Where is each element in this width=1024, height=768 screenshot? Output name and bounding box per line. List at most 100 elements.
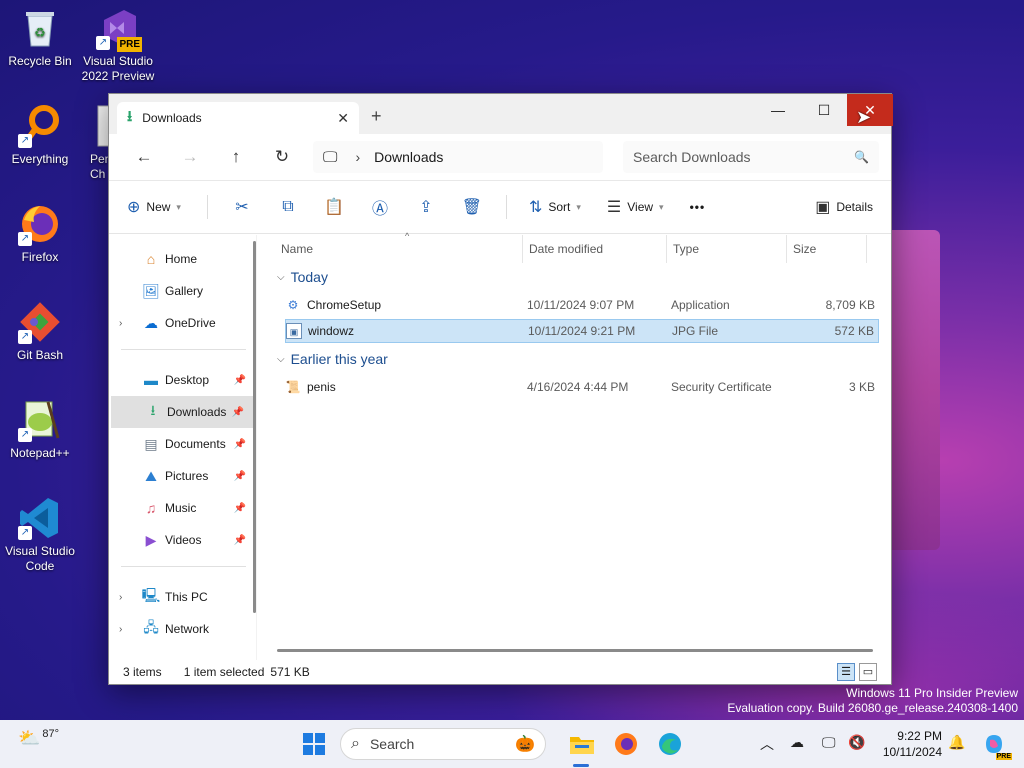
sidebar-item-desktop[interactable]: ▬ Desktop 📌 bbox=[109, 364, 256, 396]
table-row[interactable]: ▣ windowz 10/11/2024 9:21 PM JPG File 57… bbox=[285, 319, 879, 343]
group-header-today[interactable]: ⌵ Today bbox=[275, 263, 879, 291]
videos-icon: ▶ bbox=[145, 531, 157, 548]
details-label: Details bbox=[836, 200, 873, 214]
chevron-down-icon: ⌵ bbox=[277, 353, 285, 365]
tab-downloads[interactable]: ⭳ Downloads ✕ bbox=[117, 102, 359, 134]
paste-button[interactable]: 📋 bbox=[322, 197, 346, 217]
chevron-down-icon: ▾ bbox=[576, 201, 581, 212]
sort-label: Sort bbox=[548, 200, 571, 214]
new-tab-button[interactable]: + bbox=[371, 106, 382, 127]
desktop-icon-label: Visual Studio 2022 Preview bbox=[81, 54, 155, 83]
weather-widget[interactable]: ⛅ 87° bbox=[18, 728, 59, 749]
minimize-button[interactable]: — bbox=[755, 94, 801, 126]
delete-button[interactable]: 🗑 bbox=[460, 197, 484, 217]
mouse-cursor-icon: ➤ bbox=[856, 107, 872, 127]
volume-muted-icon[interactable]: 🔇 bbox=[848, 734, 865, 751]
pin-icon: 📌 bbox=[233, 470, 246, 482]
refresh-button[interactable]: ↻ bbox=[259, 147, 305, 167]
sidebar-scrollbar[interactable] bbox=[253, 241, 256, 613]
horizontal-scrollbar[interactable] bbox=[277, 649, 873, 652]
desktop-icon-label: Everything bbox=[11, 152, 69, 166]
sidebar-item-documents[interactable]: ▤ Documents 📌 bbox=[109, 428, 256, 460]
file-size: 572 KB bbox=[834, 324, 874, 338]
column-header-size[interactable]: Size bbox=[787, 235, 867, 263]
details-view-icon[interactable]: ☰ bbox=[837, 663, 855, 681]
search-input[interactable]: Search Downloads 🔍 bbox=[623, 141, 879, 173]
address-bar[interactable]: 🖵 › Downloads bbox=[313, 141, 603, 173]
desktop-icon-visual-studio-2022-preview[interactable]: PRE ↗ Visual Studio 2022 Preview bbox=[78, 6, 158, 84]
sidebar-item-onedrive[interactable]: › ☁ OneDrive bbox=[109, 307, 256, 339]
chevron-right-icon[interactable]: › bbox=[355, 149, 360, 165]
sidebar-item-downloads[interactable]: ⭳ Downloads 📌 bbox=[111, 396, 254, 428]
taskbar-search-box[interactable]: ⌕ Search 🎃 bbox=[340, 728, 546, 760]
maximize-button[interactable]: ☐ bbox=[801, 94, 847, 126]
table-row[interactable]: ⚙ ChromeSetup 10/11/2024 9:07 PM Applica… bbox=[285, 293, 879, 317]
details-pane-button[interactable]: ▣ Details bbox=[815, 197, 873, 217]
column-header-date[interactable]: Date modified bbox=[523, 235, 667, 263]
sort-button[interactable]: ⇅ Sort ▾ bbox=[529, 197, 581, 217]
column-header-name[interactable]: Name bbox=[275, 235, 523, 263]
network-icon[interactable]: 🖵 bbox=[822, 734, 836, 751]
sidebar-item-home[interactable]: ⌂ Home bbox=[109, 243, 256, 275]
sidebar-item-gallery[interactable]: 🖼 Gallery bbox=[109, 275, 256, 307]
file-explorer-taskbar-icon[interactable] bbox=[568, 730, 596, 758]
sidebar-item-label: Gallery bbox=[165, 284, 204, 298]
pin-icon: 📌 bbox=[231, 406, 244, 418]
sidebar-item-videos[interactable]: ▶ Videos 📌 bbox=[109, 524, 256, 556]
sidebar-item-music[interactable]: ♫ Music 📌 bbox=[109, 492, 256, 524]
start-button[interactable] bbox=[300, 730, 328, 758]
back-button[interactable]: ← bbox=[121, 147, 167, 167]
view-button[interactable]: ☰ View ▾ bbox=[607, 197, 664, 217]
tiles-view-icon[interactable]: ▭ bbox=[859, 663, 877, 681]
breadcrumb-current[interactable]: Downloads bbox=[374, 149, 443, 165]
desktop-icon-partial[interactable]: Pen Ch bbox=[80, 104, 108, 182]
desktop-icon-git-bash[interactable]: ↗ Git Bash bbox=[0, 300, 80, 363]
desktop-icon-label: Firefox bbox=[21, 250, 59, 264]
chevron-right-icon[interactable]: › bbox=[119, 624, 141, 635]
group-header-earlier-this-year[interactable]: ⌵ Earlier this year bbox=[275, 345, 879, 373]
onedrive-offline-icon[interactable]: ☁ bbox=[790, 734, 804, 751]
desktop-icon-firefox[interactable]: ↗ Firefox bbox=[0, 202, 80, 265]
firefox-taskbar-icon[interactable] bbox=[612, 730, 640, 758]
copilot-icon[interactable]: PRE bbox=[980, 730, 1012, 760]
monitor-icon: 🖳 bbox=[141, 587, 161, 603]
show-hidden-icons-chevron-icon[interactable]: ︿ bbox=[760, 734, 774, 754]
shortcut-arrow-icon: ↗ bbox=[18, 330, 32, 344]
taskbar: ⛅ 87° ⌕ Search 🎃 ︿ ☁ 🖵 🔇 9:22 PM 10/11/2… bbox=[0, 720, 1024, 768]
file-name: windowz bbox=[308, 324, 355, 338]
sidebar-item-this-pc[interactable]: › 🖳 This PC bbox=[109, 581, 256, 613]
column-headers: ^ Name Date modified Type Size bbox=[275, 231, 879, 263]
desktop-icon-recycle-bin[interactable]: ♻ Recycle Bin bbox=[0, 6, 80, 69]
pin-icon: 📌 bbox=[233, 438, 246, 450]
sidebar-item-pictures[interactable]: ⛰ Pictures 📌 bbox=[109, 460, 256, 492]
cut-button[interactable]: ✂ bbox=[230, 197, 254, 217]
column-header-type[interactable]: Type bbox=[667, 235, 787, 263]
desktop-icon-everything[interactable]: ↗ Everything bbox=[0, 104, 80, 167]
file-type: JPG File bbox=[672, 324, 719, 338]
share-button[interactable]: ⇪ bbox=[414, 197, 438, 217]
new-label: New bbox=[146, 200, 171, 214]
group-title: Earlier this year bbox=[290, 351, 388, 367]
table-row[interactable]: 📜 penis 4/16/2024 4:44 PM Security Certi… bbox=[285, 375, 879, 399]
music-icon: ♫ bbox=[145, 500, 157, 516]
rename-button[interactable]: Ⓐ bbox=[368, 195, 392, 219]
more-options-button[interactable]: ••• bbox=[690, 200, 706, 214]
desktop-icon-vscode[interactable]: ↗ Visual Studio Code bbox=[0, 496, 80, 574]
notification-bell-icon[interactable]: 🔔 bbox=[948, 734, 965, 751]
forward-button[interactable]: → bbox=[167, 147, 213, 167]
edge-taskbar-icon[interactable] bbox=[656, 730, 684, 758]
up-button[interactable]: ↑ bbox=[213, 147, 259, 167]
copy-button[interactable]: ⧉ bbox=[276, 198, 300, 216]
shortcut-arrow-icon: ↗ bbox=[18, 134, 32, 148]
sidebar-item-network[interactable]: › 🖧 Network bbox=[109, 613, 256, 645]
new-button[interactable]: ⊕ New ▾ bbox=[127, 197, 181, 217]
sidebar-item-label: Network bbox=[165, 622, 210, 636]
chevron-right-icon[interactable]: › bbox=[119, 318, 141, 329]
clock-time: 9:22 PM bbox=[897, 729, 942, 743]
chevron-right-icon[interactable]: › bbox=[119, 592, 141, 603]
desktop-icon-notepad-plus-plus[interactable]: ↗ Notepad++ bbox=[0, 398, 80, 461]
shortcut-arrow-icon: ↗ bbox=[18, 428, 32, 442]
tab-close-icon[interactable]: ✕ bbox=[337, 110, 349, 127]
system-clock[interactable]: 9:22 PM 10/11/2024 bbox=[874, 728, 942, 760]
pin-icon: 📌 bbox=[233, 374, 246, 386]
